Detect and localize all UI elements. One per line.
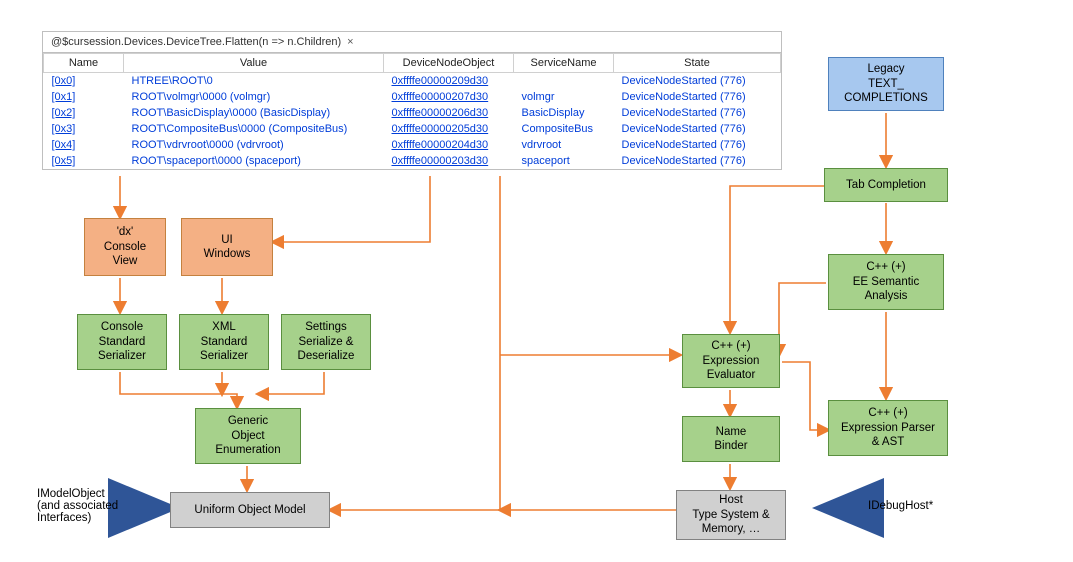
grid-tab[interactable]: @$cursession.Devices.DeviceTree.Flatten(… <box>43 32 781 53</box>
row-value: ROOT\volmgr\0000 (volmgr) <box>132 91 271 103</box>
box-dx-console-view: 'dx'ConsoleView <box>84 218 166 276</box>
box-settings-serialize: SettingsSerialize &Deserialize <box>281 314 371 370</box>
row-devnodeobj[interactable]: 0xffffe00000203d30 <box>392 155 489 167</box>
box-host-type-system: HostType System &Memory, … <box>676 490 786 540</box>
box-cpp-parser-ast: C++ (+)Expression Parser& AST <box>828 400 948 456</box>
table-row[interactable]: [0x4] ROOT\vdrvroot\0000 (vdrvroot) 0xffff… <box>44 137 781 153</box>
row-devnodeobj[interactable]: 0xffffe00000209d30 <box>392 75 489 87</box>
row-servicename: spaceport <box>522 155 570 167</box>
row-servicename: BasicDisplay <box>522 107 585 119</box>
row-devnodeobj[interactable]: 0xffffe00000204d30 <box>392 139 489 151</box>
header-row: Name Value DeviceNodeObject ServiceName … <box>44 54 781 73</box>
box-cpp-ee: C++ (+)ExpressionEvaluator <box>682 334 780 388</box>
row-state: DeviceNodeStarted (776) <box>622 155 746 167</box>
box-xml-serializer: XMLStandardSerializer <box>179 314 269 370</box>
row-servicename: CompositeBus <box>522 123 594 135</box>
row-name[interactable]: [0x5] <box>52 155 76 167</box>
row-servicename: volmgr <box>522 91 555 103</box>
grid-tab-title: @$cursession.Devices.DeviceTree.Flatten(… <box>51 36 341 48</box>
row-name[interactable]: [0x4] <box>52 139 76 151</box>
data-grid-window: @$cursession.Devices.DeviceTree.Flatten(… <box>42 31 782 170</box>
row-value: ROOT\spaceport\0000 (spaceport) <box>132 155 301 167</box>
row-devnodeobj[interactable]: 0xffffe00000205d30 <box>392 123 489 135</box>
row-value: HTREE\ROOT\0 <box>132 75 213 87</box>
row-devnodeobj[interactable]: 0xffffe00000207d30 <box>392 91 489 103</box>
label-imodelobject: IModelObject(and associatedInterfaces) <box>37 488 147 524</box>
data-grid: Name Value DeviceNodeObject ServiceName … <box>43 53 781 169</box>
close-icon[interactable]: × <box>347 36 353 48</box>
box-tab-completion: Tab Completion <box>824 168 948 202</box>
row-state: DeviceNodeStarted (776) <box>622 91 746 103</box>
table-row[interactable]: [0x5] ROOT\spaceport\0000 (spaceport) 0xff… <box>44 153 781 169</box>
row-state: DeviceNodeStarted (776) <box>622 107 746 119</box>
table-row[interactable]: [0x2] ROOT\BasicDisplay\0000 (BasicDispla… <box>44 105 781 121</box>
box-ui-windows: UIWindows <box>181 218 273 276</box>
col-name[interactable]: Name <box>44 54 124 73</box>
col-devnodeobj[interactable]: DeviceNodeObject <box>384 54 514 73</box>
row-name[interactable]: [0x1] <box>52 91 76 103</box>
row-name[interactable]: [0x0] <box>52 75 76 87</box>
box-console-serializer: ConsoleStandardSerializer <box>77 314 167 370</box>
row-value: ROOT\vdrvroot\0000 (vdrvroot) <box>132 139 284 151</box>
box-legacy-text-completions: LegacyTEXT_COMPLETIONS <box>828 57 944 111</box>
row-name[interactable]: [0x2] <box>52 107 76 119</box>
row-servicename: vdrvroot <box>522 139 562 151</box>
table-row[interactable]: [0x0] HTREE\ROOT\0 0xffffe00000209d30 Devic… <box>44 73 781 90</box>
box-name-binder: NameBinder <box>682 416 780 462</box>
col-value[interactable]: Value <box>124 54 384 73</box>
col-state[interactable]: State <box>614 54 781 73</box>
box-generic-obj-enum: GenericObjectEnumeration <box>195 408 301 464</box>
col-servicename[interactable]: ServiceName <box>514 54 614 73</box>
row-state: DeviceNodeStarted (776) <box>622 75 746 87</box>
box-uniform-obj-model: Uniform Object Model <box>170 492 330 528</box>
table-row[interactable]: [0x1] ROOT\volmgr\0000 (volmgr) 0xffffe000… <box>44 89 781 105</box>
row-state: DeviceNodeStarted (776) <box>622 123 746 135</box>
row-devnodeobj[interactable]: 0xffffe00000206d30 <box>392 107 489 119</box>
table-row[interactable]: [0x3] ROOT\CompositeBus\0000 (CompositeBu… <box>44 121 781 137</box>
row-value: ROOT\BasicDisplay\0000 (BasicDisplay) <box>132 107 331 119</box>
box-cpp-semantic: C++ (+)EE SemanticAnalysis <box>828 254 944 310</box>
row-value: ROOT\CompositeBus\0000 (CompositeBus) <box>132 123 348 135</box>
row-name[interactable]: [0x3] <box>52 123 76 135</box>
label-idebughost: IDebugHost* <box>868 500 933 512</box>
row-state: DeviceNodeStarted (776) <box>622 139 746 151</box>
